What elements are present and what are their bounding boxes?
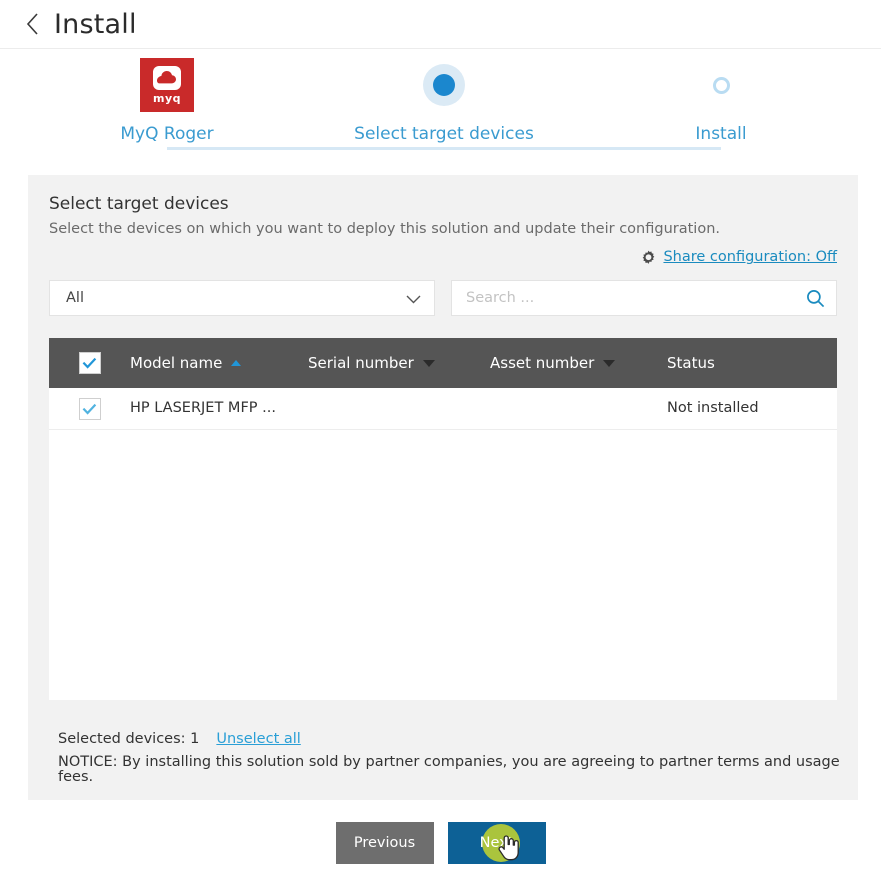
chevron-down-icon — [406, 289, 421, 308]
page-header: Install — [0, 0, 881, 49]
search-input[interactable] — [466, 290, 796, 306]
column-header-serial-number[interactable]: Serial number — [308, 354, 490, 372]
next-button[interactable]: Next — [448, 822, 546, 864]
caret-down-icon — [603, 360, 615, 367]
stepper-step-marker — [344, 55, 544, 115]
column-label-model-name: Model name — [130, 354, 222, 372]
notice-text: NOTICE: By installing this solution sold… — [58, 755, 858, 784]
cell-status: Not installed — [667, 401, 837, 416]
caret-down-icon — [423, 360, 435, 367]
stepper-step-marker — [621, 55, 821, 115]
next-button-label: Next — [480, 835, 514, 851]
column-header-model-name[interactable]: Model name — [130, 354, 308, 372]
device-filter-value: All — [66, 291, 84, 306]
panel-title: Select target devices — [49, 196, 229, 213]
step-dot-active-icon — [423, 64, 465, 106]
stepper-step-myq-roger[interactable]: myq MyQ Roger — [67, 55, 267, 143]
search-icon[interactable] — [806, 289, 825, 308]
share-configuration-label: Share configuration: Off — [663, 250, 837, 265]
column-header-asset-number[interactable]: Asset number — [490, 354, 667, 372]
select-all-checkbox[interactable] — [79, 352, 101, 374]
select-target-devices-panel: Select target devices Select the devices… — [28, 175, 858, 800]
column-label-asset-number: Asset number — [490, 354, 594, 372]
stepper-connector-line — [167, 147, 721, 150]
gear-icon — [641, 250, 656, 265]
stepper-label-myq-roger: MyQ Roger — [67, 126, 267, 143]
page-title: Install — [54, 11, 137, 38]
selected-devices-row: Selected devices: 1 Unselect all — [58, 732, 301, 747]
row-select-cell — [49, 398, 130, 420]
stepper-step-install[interactable]: Install — [621, 55, 821, 143]
stepper-label-select-target-devices: Select target devices — [344, 126, 544, 143]
filter-row: All — [49, 280, 837, 316]
unselect-all-link[interactable]: Unselect all — [216, 732, 300, 747]
share-configuration-link[interactable]: Share configuration: Off — [641, 250, 837, 265]
panel-subtitle: Select the devices on which you want to … — [49, 222, 720, 237]
table-row[interactable]: HP LASERJET MFP ... Not installed — [49, 388, 837, 430]
myq-wordmark: myq — [153, 93, 181, 104]
stepper-step-select-target-devices[interactable]: Select target devices — [344, 55, 544, 143]
cell-model-name: HP LASERJET MFP ... — [130, 401, 308, 416]
search-box[interactable] — [451, 280, 837, 316]
column-label-serial-number: Serial number — [308, 354, 414, 372]
column-header-status: Status — [667, 354, 837, 372]
cloud-icon — [153, 66, 181, 90]
table-header-row: Model name Serial number Asset number St… — [49, 338, 837, 388]
previous-button-label: Previous — [354, 835, 415, 851]
back-chevron-icon[interactable] — [23, 11, 41, 37]
table-empty-area — [49, 430, 837, 700]
wizard-button-bar: Previous Next — [0, 822, 881, 864]
progress-stepper: myq MyQ Roger Select target devices Inst… — [0, 55, 881, 160]
previous-button[interactable]: Previous — [336, 822, 434, 864]
selected-devices-count: Selected devices: 1 — [58, 732, 199, 747]
stepper-step-marker: myq — [67, 55, 267, 115]
myq-logo-icon: myq — [140, 58, 194, 112]
sort-ascending-icon — [231, 360, 241, 366]
device-filter-select[interactable]: All — [49, 280, 435, 316]
stepper-label-install: Install — [621, 126, 821, 143]
select-all-cell — [49, 352, 130, 374]
step-dot-inactive-icon — [713, 77, 730, 94]
devices-table: Model name Serial number Asset number St… — [49, 338, 837, 700]
column-label-status: Status — [667, 354, 715, 372]
row-checkbox[interactable] — [79, 398, 101, 420]
